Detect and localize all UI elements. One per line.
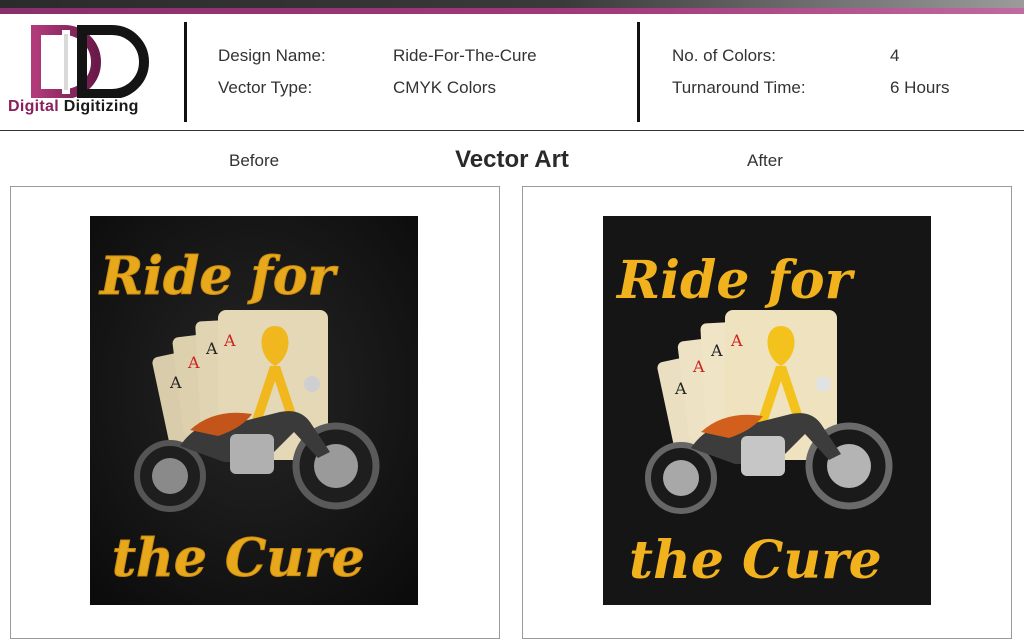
- svg-text:the Cure: the Cure: [629, 530, 882, 591]
- top-accent-bar: [0, 0, 1024, 8]
- flame-text-top: Ride for: [615, 250, 856, 311]
- before-label: Before: [229, 151, 280, 170]
- before-panel: Ride for A A A A the Cure: [10, 186, 500, 639]
- svg-text:A: A: [692, 357, 705, 376]
- after-artwork: Ride for A A A A the Cure: [603, 216, 931, 605]
- svg-text:A: A: [710, 341, 723, 360]
- header-separator: [0, 130, 1024, 131]
- brand-name: Digital Digitizing: [8, 98, 180, 116]
- top-magenta-bar: [0, 8, 1024, 14]
- svg-text:A: A: [223, 331, 236, 350]
- brand-word-digitizing: Digitizing: [63, 98, 139, 115]
- svg-text:A: A: [730, 331, 743, 350]
- after-panel: Ride for A A A A the Cure: [522, 186, 1012, 639]
- section-title: Vector Art: [455, 146, 569, 173]
- after-label: After: [747, 151, 783, 170]
- turnaround-value: 6 Hours: [890, 78, 950, 97]
- brand-logo: Digital Digitizing: [8, 24, 180, 124]
- svg-text:A: A: [169, 373, 182, 392]
- colors-label: No. of Colors:: [672, 46, 776, 65]
- svg-text:the Cure: the Cure: [112, 528, 365, 589]
- design-name-value: Ride-For-The-Cure: [393, 46, 537, 65]
- design-name-label: Design Name:: [218, 46, 326, 65]
- flame-text-top: Ride for: [98, 246, 340, 308]
- colors-value: 4: [890, 46, 900, 65]
- header-divider-left: [184, 22, 187, 122]
- flame-text-bottom: the Cure: [112, 528, 366, 590]
- svg-text:Ride for: Ride for: [615, 250, 856, 311]
- brand-word-digital: Digital: [8, 98, 59, 115]
- header-divider-right: [637, 22, 640, 122]
- turnaround-label: Turnaround Time:: [672, 78, 806, 97]
- vector-type-label: Vector Type:: [218, 78, 313, 97]
- svg-text:A: A: [187, 353, 200, 372]
- svg-text:A: A: [205, 339, 218, 358]
- svg-text:A: A: [674, 379, 687, 398]
- flame-text-bottom: the Cure: [629, 530, 882, 591]
- before-artwork: Ride for A A A A the Cure: [90, 216, 418, 605]
- svg-text:Ride for: Ride for: [98, 246, 339, 307]
- vector-type-value: CMYK Colors: [393, 78, 496, 97]
- dd-monogram-icon: [31, 25, 149, 99]
